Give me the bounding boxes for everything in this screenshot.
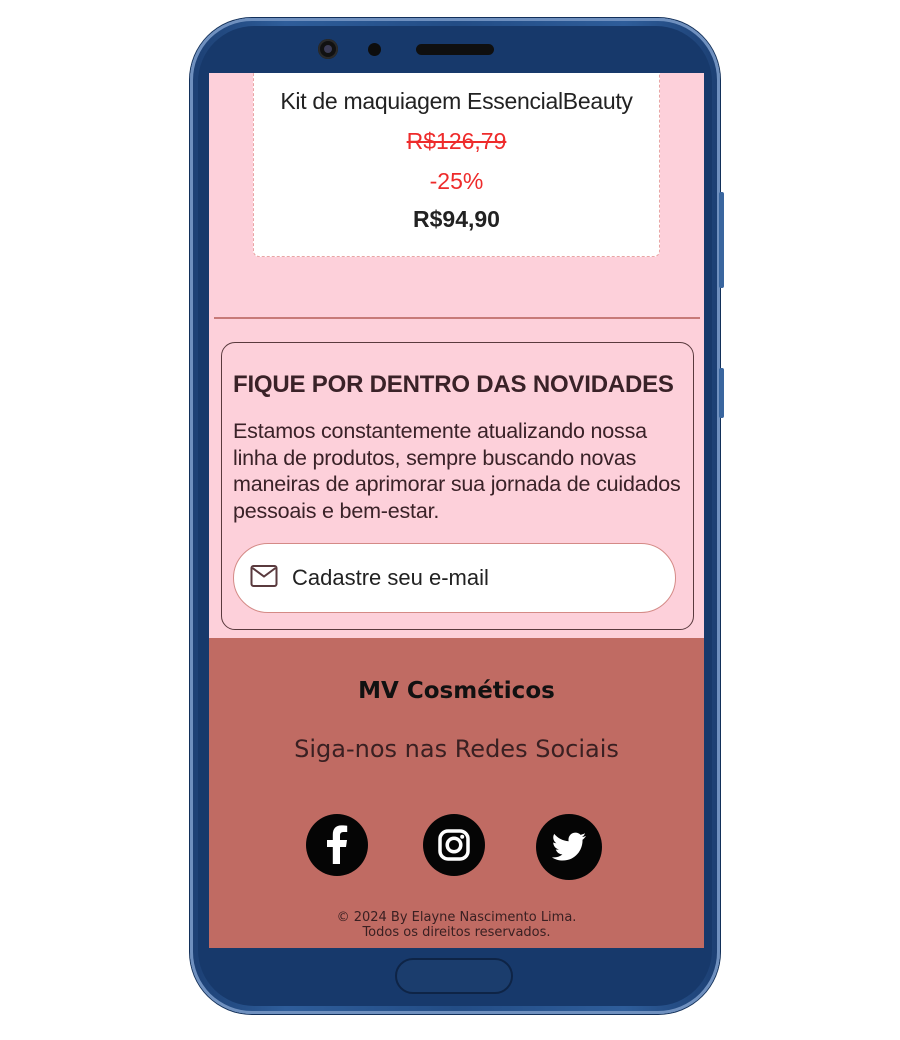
newsletter-title: FIQUE POR DENTRO DAS NOVIDADES [233,371,674,398]
facebook-link[interactable] [306,814,368,876]
proximity-sensor [368,43,381,56]
twitter-link[interactable] [536,814,602,880]
product-card[interactable]: Kit de maquiagem EssencialBeauty R$126,7… [253,73,660,257]
power-button [719,368,724,418]
mail-icon [250,565,278,587]
volume-button [719,192,724,288]
front-camera [318,39,338,59]
newsletter-section: FIQUE POR DENTRO DAS NOVIDADES Estamos c… [221,342,694,630]
product-discount: -25% [429,168,484,194]
facebook-icon [327,825,348,864]
twitter-icon [551,832,587,861]
rights-line: Todos os direitos reservados. [362,925,551,940]
follow-us-text: Siga-nos nas Redes Sociais [294,735,619,763]
instagram-icon [438,829,470,861]
phone-screen: Kit de maquiagem EssencialBeauty R$126,7… [209,73,704,948]
earpiece-speaker [416,44,494,55]
copyright-line: © 2024 By Elayne Nascimento Lima. [336,910,577,925]
footer-brand: MV Cosméticos [358,678,555,704]
product-old-price: R$126,79 [406,128,507,154]
product-price: R$94,90 [413,206,500,232]
product-name: Kit de maquiagem EssencialBeauty [280,88,633,114]
email-field[interactable] [233,543,676,613]
instagram-link[interactable] [423,814,485,876]
copyright-text: © 2024 By Elayne Nascimento Lima. Todos … [209,910,704,940]
section-divider [214,317,700,319]
email-input[interactable] [292,560,652,596]
home-button[interactable] [395,958,513,994]
footer: MV Cosméticos Siga-nos nas Redes Sociais… [209,638,704,948]
newsletter-description: Estamos constantemente atualizando nossa… [233,419,681,523]
